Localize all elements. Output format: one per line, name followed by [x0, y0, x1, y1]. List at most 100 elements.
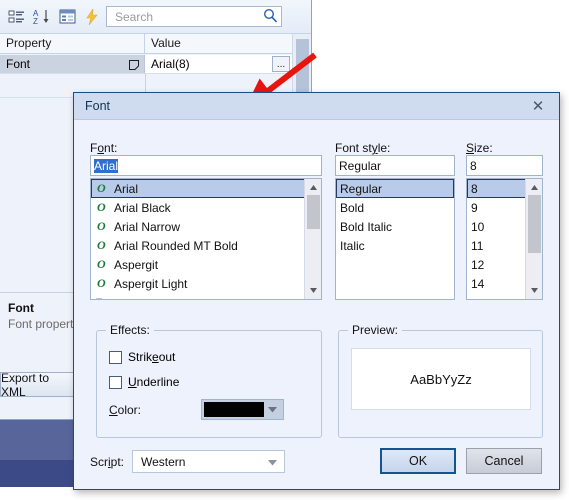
svg-text:Tr: Tr — [96, 297, 106, 300]
font-family-list[interactable]: O Arial O Arial Black O Arial Narrow O A… — [90, 178, 322, 300]
strikeout-checkbox[interactable] — [109, 350, 122, 364]
list-item[interactable]: O Aspergit Light — [91, 274, 321, 293]
scroll-up-arrow-icon[interactable] — [529, 182, 540, 193]
svg-text:O: O — [97, 257, 106, 270]
preview-group-label: Preview: — [348, 323, 403, 337]
search-icon[interactable] — [263, 8, 278, 26]
preview-group: Preview: AaBbYyZz — [338, 323, 543, 438]
scrollbar-thumb[interactable] — [307, 195, 320, 229]
list-item[interactable]: Regular — [336, 179, 454, 198]
property-grid-header: Property Value — [0, 34, 292, 54]
list-item-label: Aspergit Light — [114, 276, 188, 291]
list-item[interactable]: O Arial Narrow — [91, 217, 321, 236]
list-item[interactable]: Bold Italic — [336, 217, 454, 236]
color-label: Color: — [109, 403, 141, 417]
list-item-label: Regular — [340, 181, 383, 196]
strikeout-checkbox-row[interactable]: Strikeout — [109, 350, 175, 364]
list-item[interactable]: O Arial Rounded MT Bold — [91, 236, 321, 255]
search-box[interactable] — [106, 6, 282, 27]
font-style-label-pre: Font st — [335, 141, 372, 155]
font-style-label: Font style: — [335, 141, 390, 155]
font-size-input-value: 8 — [470, 159, 477, 173]
script-value: Western — [141, 454, 186, 469]
size-label-post: ize: — [474, 141, 493, 155]
property-cell-font[interactable]: Font — [0, 55, 145, 73]
list-item-label: 10 — [471, 219, 485, 234]
search-input[interactable] — [113, 8, 263, 25]
color-picker-dropdown[interactable] — [201, 399, 284, 420]
alphabetical-sort-icon[interactable]: A Z — [31, 6, 53, 28]
svg-text:O: O — [97, 200, 106, 213]
size-label-mnemonic: S — [466, 141, 475, 155]
list-item[interactable]: Bold — [336, 198, 454, 217]
list-item-label: Italic — [340, 238, 365, 253]
svg-text:O: O — [97, 276, 106, 289]
close-icon[interactable]: ✕ — [521, 96, 555, 117]
scroll-up-arrow-icon[interactable] — [308, 182, 319, 193]
dialog-title-bar[interactable]: Font ✕ — [74, 93, 559, 120]
list-item[interactable]: O Arial — [91, 179, 321, 198]
background-band-lower — [0, 460, 78, 487]
svg-text:Z: Z — [33, 17, 38, 25]
column-header-value[interactable]: Value — [145, 34, 292, 53]
font-size-list-scrollbar[interactable] — [525, 179, 542, 299]
preview-sample-box: AaBbYyZz — [351, 348, 531, 410]
property-pages-icon[interactable] — [56, 6, 78, 28]
list-item-label: 12 — [471, 257, 485, 272]
list-item-label: 11 — [471, 238, 484, 253]
strikeout-label-mnemonic: e — [152, 350, 159, 364]
underline-label-post: nderline — [136, 375, 180, 389]
effects-group-label: Effects: — [106, 323, 154, 337]
opentype-font-icon: O — [95, 238, 110, 254]
opentype-font-icon: O — [95, 200, 110, 216]
list-item[interactable]: Italic — [336, 236, 454, 255]
underline-label-mnemonic: U — [128, 375, 137, 389]
chevron-down-icon[interactable] — [264, 406, 281, 413]
list-item-label: 14 — [471, 276, 485, 291]
cancel-button[interactable]: Cancel — [466, 448, 542, 474]
font-name-input[interactable]: Arial — [90, 155, 322, 176]
property-grid-toolbar: A Z — [0, 0, 311, 34]
list-item-partial[interactable]: Tr — [91, 293, 321, 300]
font-size-input[interactable]: 8 — [466, 155, 543, 176]
color-label-mnemonic: C — [109, 403, 118, 417]
strikeout-label-pre: Strik — [128, 350, 152, 364]
background-band-upper — [0, 420, 78, 460]
underline-checkbox-row[interactable]: Underline — [109, 375, 179, 389]
collapsed-box-icon[interactable] — [129, 59, 139, 70]
font-dialog: Font ✕ Font: Font style: Size: Arial O A… — [73, 92, 560, 490]
export-to-xml-button[interactable]: Export to XML — [0, 371, 78, 399]
underline-checkbox[interactable] — [109, 375, 122, 389]
table-row[interactable]: Font Arial(8) ... — [0, 55, 292, 74]
font-label: Font: — [90, 141, 117, 155]
column-header-property[interactable]: Property — [0, 34, 145, 53]
list-item-label: Arial — [114, 181, 139, 196]
property-name-label: Font — [6, 57, 31, 71]
categorized-view-icon[interactable] — [6, 6, 28, 28]
scroll-down-arrow-icon[interactable] — [308, 285, 319, 296]
scroll-down-arrow-icon[interactable] — [529, 285, 540, 296]
list-item-label: Arial Narrow — [114, 219, 181, 234]
font-list-scrollbar[interactable] — [304, 179, 321, 299]
list-item-label: Aspergit — [114, 257, 159, 272]
opentype-font-icon: O — [95, 257, 110, 273]
script-label: Script: — [90, 455, 124, 469]
font-size-list[interactable]: 8 9 10 11 12 14 — [466, 178, 543, 300]
svg-text:O: O — [97, 219, 106, 232]
screen-root: A Z Search Property Value Font Arial(8) … — [0, 0, 569, 500]
list-item[interactable]: O Arial Black — [91, 198, 321, 217]
scrollbar-thumb[interactable] — [528, 195, 541, 253]
script-label-pre: Scr — [90, 455, 108, 469]
list-item-label: Bold — [340, 200, 365, 215]
font-style-input[interactable]: Regular — [335, 155, 455, 176]
script-dropdown[interactable]: Western — [132, 450, 285, 473]
strikeout-label: Strikeout — [128, 350, 175, 364]
size-label: Size: — [466, 141, 493, 155]
events-icon[interactable] — [81, 6, 103, 28]
property-value-label: Arial(8) — [151, 57, 190, 71]
opentype-font-icon: O — [95, 276, 110, 292]
font-style-list[interactable]: Regular Bold Bold Italic Italic — [335, 178, 455, 300]
chevron-down-icon[interactable] — [268, 455, 277, 469]
ok-button[interactable]: OK — [380, 448, 456, 474]
list-item[interactable]: O Aspergit — [91, 255, 321, 274]
